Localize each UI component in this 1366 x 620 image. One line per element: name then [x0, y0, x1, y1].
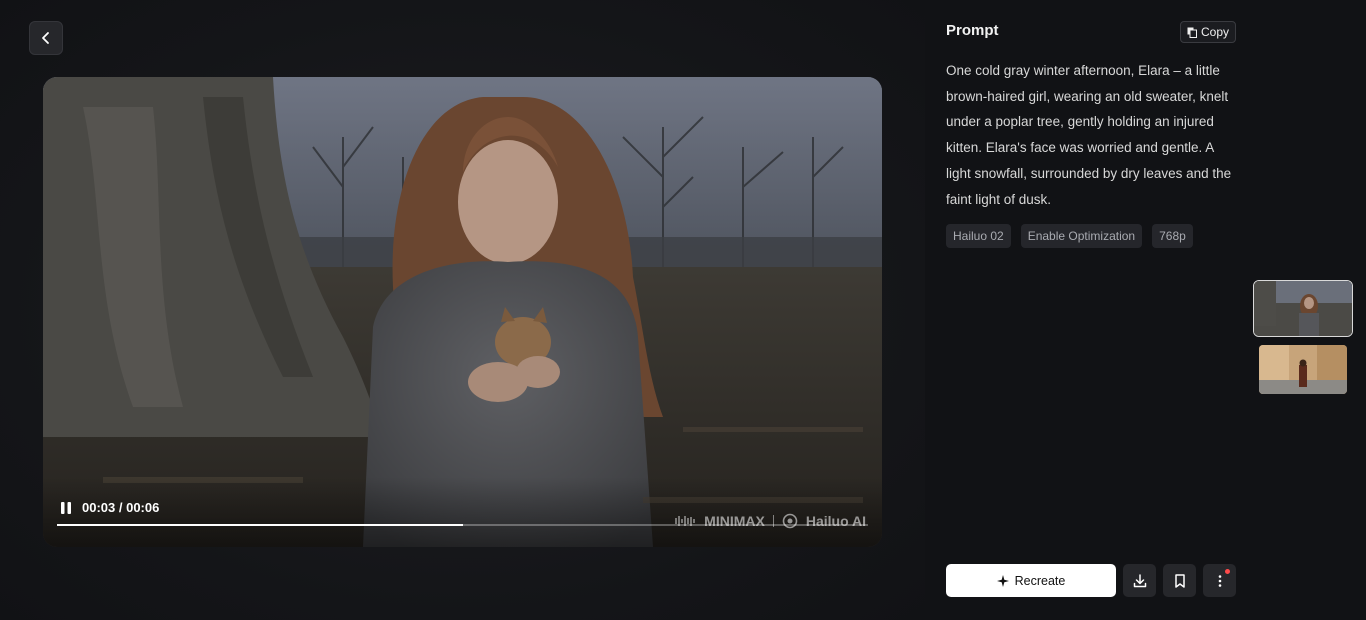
copy-button[interactable]: Copy [1180, 21, 1236, 43]
progress-fill [57, 524, 463, 526]
minimax-logo-icon [675, 516, 695, 526]
tag-model: Hailuo 02 [946, 224, 1011, 248]
tag-optimization: Enable Optimization [1020, 224, 1143, 248]
prompt-panel: Prompt Copy One cold gray winter afterno… [946, 0, 1236, 620]
more-vertical-icon [1218, 574, 1221, 587]
watermark-brand: MINIMAX [704, 513, 765, 529]
pause-icon[interactable] [59, 501, 73, 515]
watermark-divider [772, 515, 774, 527]
bookmark-icon [1174, 573, 1185, 588]
watermark: MINIMAX Hailuo AI [674, 513, 866, 529]
download-button[interactable] [1123, 564, 1156, 597]
copy-label: Copy [1200, 25, 1229, 39]
thumbnail-alley[interactable] [1259, 345, 1347, 394]
video-time: 00:03 / 00:06 [82, 500, 160, 515]
thumbnail-girl-kitten[interactable] [1253, 280, 1353, 337]
download-icon [1133, 573, 1146, 587]
prompt-text: One cold gray winter afternoon, Elara – … [946, 63, 1232, 207]
hailuo-logo-icon [782, 513, 798, 529]
copy-icon [1187, 27, 1197, 38]
notification-dot [1225, 569, 1230, 574]
action-bar: Recreate [946, 564, 1236, 597]
tag-resolution: 768p [1152, 224, 1193, 248]
chevron-left-icon [42, 32, 49, 44]
more-button[interactable] [1203, 564, 1236, 597]
sparkle-icon [996, 574, 1009, 587]
recreate-label: Recreate [1014, 573, 1066, 588]
thumbnail-image [1259, 345, 1347, 394]
thumbnail-image [1254, 281, 1352, 336]
recreate-button[interactable]: Recreate [946, 564, 1116, 597]
video-player[interactable]: 00:03 / 00:06 MINIMAX Hailuo AI [43, 77, 882, 547]
bookmark-button[interactable] [1163, 564, 1196, 597]
video-pane: 00:03 / 00:06 MINIMAX Hailuo AI [0, 0, 925, 620]
video-controls: 00:03 / 00:06 MINIMAX Hailuo AI [43, 477, 882, 547]
back-button[interactable] [29, 21, 63, 55]
watermark-product: Hailuo AI [805, 513, 866, 529]
prompt-tags: Hailuo 02 Enable Optimization 768p [946, 224, 1193, 248]
prompt-title: Prompt [946, 22, 999, 39]
